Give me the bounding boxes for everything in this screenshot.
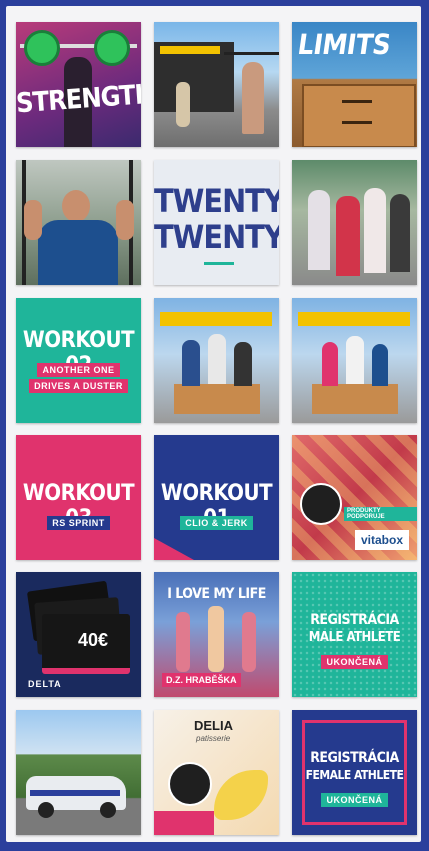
banner: [298, 312, 410, 326]
barbell-overhead: [224, 52, 279, 55]
athlete-lifting: [242, 62, 264, 134]
workout01-sub-wrap: CLIO & JERK: [154, 513, 279, 531]
dancer-3: [242, 612, 256, 672]
car-stripe: [30, 790, 120, 796]
dancer-2: [208, 606, 224, 672]
banner: [160, 312, 272, 326]
workout02-line2: DRIVES A DUSTER: [29, 379, 128, 393]
workout02-tile[interactable]: WORKOUT 02 ANOTHER ONE DRIVES A DUSTER: [16, 298, 141, 423]
reg-female-line2: FEMALE ATHLETE: [305, 768, 404, 782]
workout03-tile[interactable]: WORKOUT 03 RS SPRINT: [16, 435, 141, 560]
athlete-a: [322, 342, 338, 386]
vitabox-badge: vitabox: [354, 530, 409, 550]
car-wheel-front: [38, 802, 54, 818]
reg-male-badge: UKONČENÁ: [321, 655, 388, 669]
workout03-sub: RS SPRINT: [47, 516, 110, 530]
reg-female-line1: REGISTRÁCIA: [310, 750, 399, 766]
logo-mark: [342, 100, 372, 124]
corner-accent: [154, 538, 194, 560]
person-2: [336, 196, 360, 276]
delta-logo: DELTA: [28, 679, 62, 689]
athlete-b: [346, 336, 364, 384]
reg-male-line1: REGISTRÁCIA: [310, 612, 399, 628]
podium-box: [174, 384, 260, 414]
podium-photo-2[interactable]: [292, 298, 417, 423]
car-landscape-photo[interactable]: [16, 710, 141, 835]
delia-sub: patisserie: [196, 734, 231, 743]
delia-brand: DELIA: [194, 718, 233, 733]
arm-left: [24, 200, 42, 240]
promo-text: PRODUKTY PODPORUJE: [344, 507, 417, 521]
workout01-sub: CLIO & JERK: [180, 516, 253, 530]
workout02-sub-wrap2: DRIVES A DUSTER: [16, 376, 141, 394]
dealer-sign: [160, 46, 220, 54]
twenty-line2: TWENTY: [154, 218, 279, 256]
athlete-b: [208, 334, 226, 384]
poster-grid: STRENGTH LIMITS TWENTY TWENTY WORKOUT 02: [6, 6, 421, 842]
registration-male-tile[interactable]: REGISTRÁCIA MALE ATHLETE UKONČENÁ: [292, 572, 417, 697]
limits-text: LIMITS: [295, 28, 393, 61]
twenty-twenty-tile[interactable]: TWENTY TWENTY: [154, 160, 279, 285]
reg-female-badge: UKONČENÁ: [321, 793, 388, 807]
arm-right: [116, 200, 134, 240]
event-badge: [300, 483, 342, 525]
athlete-a: [182, 340, 200, 386]
fruit-pink: [154, 811, 214, 835]
athlete-flex-photo[interactable]: [16, 160, 141, 285]
athlete-shirt: [38, 220, 118, 285]
limits-tile[interactable]: LIMITS: [292, 22, 417, 147]
lovelife-tile[interactable]: I LOVE MY LIFE D.Z. HRABĚŠKA: [154, 572, 279, 697]
workout01-tile[interactable]: WORKOUT 01 CLIO & JERK: [154, 435, 279, 560]
strength-text: STRENGTH: [16, 78, 141, 120]
person-3: [364, 188, 386, 273]
voucher-tile[interactable]: 40€ DELTA: [16, 572, 141, 697]
spectator: [176, 82, 190, 127]
athlete-c: [372, 344, 388, 386]
registration-female-tile[interactable]: REGISTRÁCIA FEMALE ATHLETE UKONČENÁ: [292, 710, 417, 835]
athlete-head: [62, 190, 90, 222]
athlete-c: [234, 342, 252, 386]
person-4: [390, 194, 410, 272]
dancer-1: [176, 612, 190, 672]
delia-tile[interactable]: DELIA patisserie: [154, 710, 279, 835]
strength-tile[interactable]: STRENGTH: [16, 22, 141, 147]
voucher-price: 40€: [78, 630, 109, 650]
podium-box: [312, 384, 398, 414]
podium-photo-1[interactable]: [154, 298, 279, 423]
lovelife-text: I LOVE MY LIFE: [167, 586, 266, 602]
crowd-celebration-photo[interactable]: [292, 160, 417, 285]
vitabox-tile[interactable]: PRODUKTY PODPORUJE vitabox: [292, 435, 417, 560]
renault-event-photo[interactable]: [154, 22, 279, 147]
reg-male-line2: MALE ATHLETE: [308, 630, 401, 645]
event-badge: [168, 762, 212, 806]
workout02-line1: ANOTHER ONE: [37, 363, 120, 377]
reg-female-badge-wrap: UKONČENÁ: [292, 790, 417, 808]
weight-plate-right: [94, 30, 130, 66]
twenty-line1: TWENTY: [154, 182, 279, 220]
reg-male-badge-wrap: UKONČENÁ: [292, 652, 417, 670]
weight-plate-left: [24, 30, 60, 66]
bananas: [214, 770, 268, 820]
underline-accent: [204, 262, 234, 265]
workout03-sub-wrap: RS SPRINT: [16, 513, 141, 531]
car-wheel-rear: [100, 802, 116, 818]
caption-bar: D.Z. HRABĚŠKA: [162, 673, 241, 687]
delia-logo: DELIA: [194, 718, 233, 733]
person-1: [308, 190, 330, 270]
